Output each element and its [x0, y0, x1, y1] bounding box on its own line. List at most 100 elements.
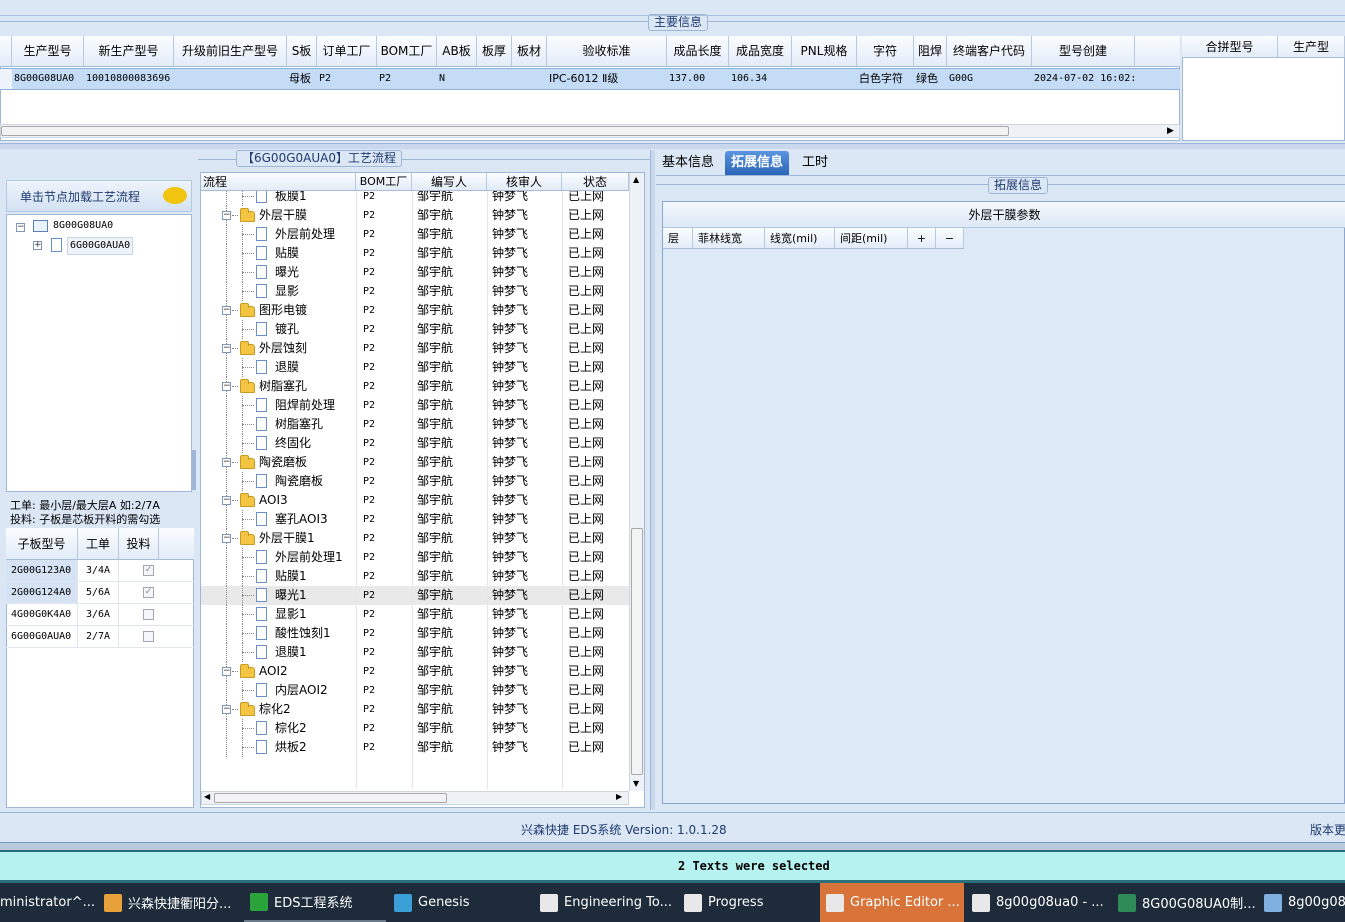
- version-update-link[interactable]: 版本更: [1310, 821, 1345, 838]
- process-row[interactable]: 棕化2 P2 邹宇航 钟梦飞 已上网: [201, 719, 629, 738]
- tree-collapse-icon[interactable]: −: [222, 306, 231, 315]
- main-col-header[interactable]: 板材: [512, 36, 547, 66]
- subboard-row[interactable]: 4G00G0K4A0 3/6A: [6, 604, 194, 626]
- tab-extended-info[interactable]: 拓展信息: [725, 151, 790, 175]
- scroll-left-icon[interactable]: ◀: [204, 792, 210, 801]
- scroll-right-icon[interactable]: ▶: [616, 792, 622, 801]
- main-col-header[interactable]: 生产型号: [12, 36, 84, 66]
- main-col-header[interactable]: PNL规格: [792, 36, 857, 66]
- tree-node-root[interactable]: 8G00G08UA0: [53, 219, 113, 233]
- taskbar-item[interactable]: EDS工程系统: [244, 883, 386, 922]
- tree-collapse-icon[interactable]: −: [222, 382, 231, 391]
- horizontal-splitter[interactable]: [0, 143, 1345, 149]
- scroll-up-icon[interactable]: ▲: [633, 175, 639, 184]
- main-col-header[interactable]: S板: [287, 36, 317, 66]
- main-col-header[interactable]: 板厚: [477, 36, 512, 66]
- main-info-hscroll[interactable]: ▶: [0, 124, 1180, 138]
- process-hscroll[interactable]: ◀ ▶: [201, 791, 629, 805]
- load-flow-header[interactable]: 单击节点加载工艺流程: [6, 180, 192, 212]
- tree-collapse-icon[interactable]: −: [222, 705, 231, 714]
- process-row[interactable]: − 外层干膜1 P2 邹宇航 钟梦飞 已上网: [201, 529, 629, 548]
- process-row[interactable]: − 陶瓷磨板 P2 邹宇航 钟梦飞 已上网: [201, 453, 629, 472]
- tree-collapse-icon[interactable]: −: [222, 667, 231, 676]
- scroll-right-icon[interactable]: ▶: [1167, 126, 1174, 136]
- tree-collapse-icon[interactable]: −: [222, 534, 231, 543]
- process-row[interactable]: 显影1 P2 邹宇航 钟梦飞 已上网: [201, 605, 629, 624]
- tab-basic-info[interactable]: 基本信息: [656, 151, 720, 175]
- process-row[interactable]: − 外层干膜 P2 邹宇航 钟梦飞 已上网: [201, 206, 629, 225]
- process-row[interactable]: 退膜1 P2 邹宇航 钟梦飞 已上网: [201, 643, 629, 662]
- main-col-header[interactable]: 成品宽度: [729, 36, 792, 66]
- process-row[interactable]: 酸性蚀刻1 P2 邹宇航 钟梦飞 已上网: [201, 624, 629, 643]
- main-info-row[interactable]: 8G00G08UA0 10010800083696 母板 P2 P2 N IPC-6012 …: [0, 68, 1180, 90]
- subboard-row[interactable]: 2G00G124A0 5/6A ✓: [6, 582, 194, 604]
- process-vscroll-thumb[interactable]: [631, 528, 643, 775]
- add-column-button[interactable]: +: [908, 228, 936, 248]
- vertical-splitter[interactable]: [650, 150, 655, 810]
- main-col-header[interactable]: 字符: [857, 36, 914, 66]
- tree-node-child[interactable]: 6G00G0AUA0: [67, 237, 134, 255]
- process-row[interactable]: 内层AOI2 P2 邹宇航 钟梦飞 已上网: [201, 681, 629, 700]
- tree-expand-icon[interactable]: +: [33, 241, 42, 250]
- feed-checkbox[interactable]: [143, 631, 154, 642]
- taskbar-item[interactable]: 8g00g08ua0 - ...: [966, 883, 1110, 922]
- taskbar-item[interactable]: Genesis: [388, 883, 532, 922]
- process-row[interactable]: 板膜1 P2 邹宇航 钟梦飞 已上网: [201, 191, 629, 206]
- process-row[interactable]: 贴膜 P2 邹宇航 钟梦飞 已上网: [201, 244, 629, 263]
- taskbar-item[interactable]: 兴森快捷衢阳分...: [98, 883, 242, 922]
- main-col-header[interactable]: 验收标准: [547, 36, 667, 66]
- taskbar-item[interactable]: Engineering To...: [534, 883, 676, 922]
- process-row[interactable]: 镀孔 P2 邹宇航 钟梦飞 已上网: [201, 320, 629, 339]
- process-row[interactable]: 外层前处理1 P2 邹宇航 钟梦飞 已上网: [201, 548, 629, 567]
- taskbar-item[interactable]: 8g00g08u: [1258, 883, 1345, 922]
- process-row[interactable]: − 树脂塞孔 P2 邹宇航 钟梦飞 已上网: [201, 377, 629, 396]
- remove-column-button[interactable]: −: [936, 228, 964, 248]
- left-splitter[interactable]: [192, 450, 196, 490]
- process-row[interactable]: 烘板2 P2 邹宇航 钟梦飞 已上网: [201, 738, 629, 757]
- main-col-header[interactable]: 订单工厂: [317, 36, 377, 66]
- main-col-header[interactable]: 型号创建: [1032, 36, 1135, 66]
- subboard-row[interactable]: 2G00G123A0 3/4A ✓: [6, 560, 194, 582]
- main-col-header[interactable]: 成品长度: [667, 36, 729, 66]
- scroll-down-icon[interactable]: ▼: [633, 779, 639, 788]
- main-col-header[interactable]: 新生产型号: [84, 36, 174, 66]
- main-col-header[interactable]: AB板: [437, 36, 477, 66]
- process-row[interactable]: 阻焊前处理 P2 邹宇航 钟梦飞 已上网: [201, 396, 629, 415]
- process-row[interactable]: 陶瓷磨板 P2 邹宇航 钟梦飞 已上网: [201, 472, 629, 491]
- process-row[interactable]: − AOI2 P2 邹宇航 钟梦飞 已上网: [201, 662, 629, 681]
- process-row[interactable]: 外层前处理 P2 邹宇航 钟梦飞 已上网: [201, 225, 629, 244]
- tree-collapse-icon[interactable]: −: [16, 223, 25, 232]
- process-row[interactable]: 塞孔AOI3 P2 邹宇航 钟梦飞 已上网: [201, 510, 629, 529]
- taskbar-item[interactable]: 8G00G08UA0制...: [1112, 883, 1256, 922]
- feed-checkbox[interactable]: ✓: [143, 565, 154, 576]
- process-hscroll-thumb[interactable]: [214, 793, 447, 803]
- main-col-header[interactable]: BOM工厂: [377, 36, 437, 66]
- tree-collapse-icon[interactable]: −: [222, 344, 231, 353]
- main-info-hscroll-thumb[interactable]: [1, 126, 1009, 136]
- subboard-row[interactable]: 6G00G0AUA0 2/7A: [6, 626, 194, 648]
- process-row[interactable]: 显影 P2 邹宇航 钟梦飞 已上网: [201, 282, 629, 301]
- right-col-header[interactable]: 合拼型号: [1182, 36, 1278, 57]
- main-col-header[interactable]: 升级前旧生产型号: [174, 36, 287, 66]
- taskbar-item[interactable]: ministrator^...: [0, 883, 96, 922]
- process-row[interactable]: 树脂塞孔 P2 邹宇航 钟梦飞 已上网: [201, 415, 629, 434]
- process-row[interactable]: − 棕化2 P2 邹宇航 钟梦飞 已上网: [201, 700, 629, 719]
- process-vscroll[interactable]: ▲ ▼: [629, 173, 644, 791]
- main-col-header[interactable]: 终端客户代码: [947, 36, 1032, 66]
- process-row[interactable]: 曝光 P2 邹宇航 钟梦飞 已上网: [201, 263, 629, 282]
- taskbar-item[interactable]: Graphic Editor ...: [820, 883, 964, 922]
- right-col-header[interactable]: 生产型: [1278, 36, 1345, 57]
- process-row[interactable]: 退膜 P2 邹宇航 钟梦飞 已上网: [201, 358, 629, 377]
- feed-checkbox[interactable]: ✓: [143, 587, 154, 598]
- tree-collapse-icon[interactable]: −: [222, 211, 231, 220]
- process-row[interactable]: − 图形电镀 P2 邹宇航 钟梦飞 已上网: [201, 301, 629, 320]
- tree-collapse-icon[interactable]: −: [222, 458, 231, 467]
- process-row[interactable]: − 外层蚀刻 P2 邹宇航 钟梦飞 已上网: [201, 339, 629, 358]
- feed-checkbox[interactable]: [143, 609, 154, 620]
- process-row[interactable]: 终固化 P2 邹宇航 钟梦飞 已上网: [201, 434, 629, 453]
- process-row[interactable]: − AOI3 P2 邹宇航 钟梦飞 已上网: [201, 491, 629, 510]
- tab-work-hours[interactable]: 工时: [796, 151, 834, 175]
- row-selector[interactable]: [0, 69, 12, 89]
- tree-collapse-icon[interactable]: −: [222, 496, 231, 505]
- process-row[interactable]: 曝光1 P2 邹宇航 钟梦飞 已上网: [201, 586, 629, 605]
